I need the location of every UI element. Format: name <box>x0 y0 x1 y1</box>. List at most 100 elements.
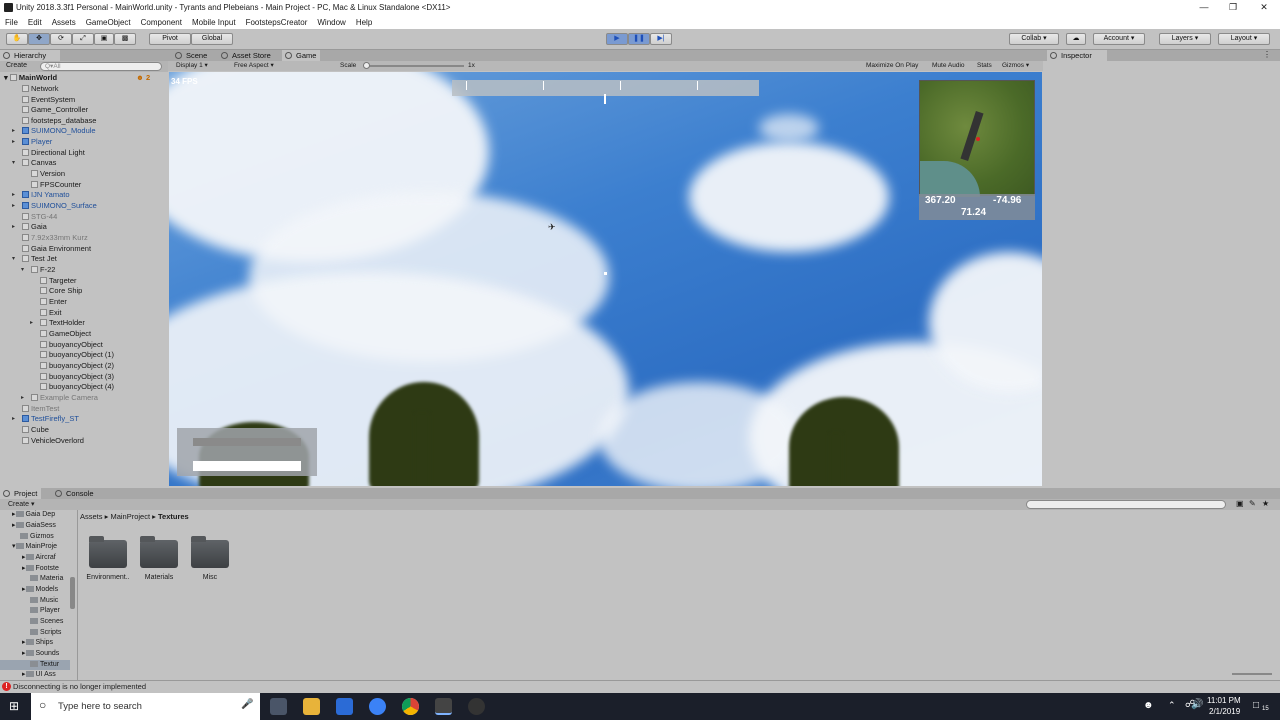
tree-item-selected[interactable]: Textur <box>0 660 70 670</box>
unity-taskbar-icon[interactable] <box>435 698 452 715</box>
list-item[interactable]: buoyancyObject (3) <box>40 372 114 382</box>
project-create-button[interactable]: Create ▾ <box>8 500 34 508</box>
transform-tool-icon[interactable]: ▩ <box>114 33 136 45</box>
breadcrumb-mainproject[interactable]: MainProject <box>110 512 150 521</box>
list-item[interactable]: ▾ Canvas <box>12 158 56 168</box>
panel-menu-icon[interactable]: ⋮ <box>1263 50 1271 59</box>
minimize-button[interactable]: — <box>1188 0 1220 15</box>
pivot-toggle[interactable]: Pivot <box>149 33 191 45</box>
people-icon[interactable]: ☻ <box>1143 700 1154 711</box>
gizmos-dropdown[interactable]: Gizmos ▾ <box>1002 61 1029 71</box>
list-item[interactable]: ▸ TextHolder <box>30 318 85 328</box>
layers-dropdown[interactable]: Layers ▾ <box>1159 33 1211 45</box>
tab-console[interactable]: Console <box>52 488 98 499</box>
status-message[interactable]: Disconnecting is no longer implemented <box>13 682 146 691</box>
list-item[interactable]: Exit <box>40 308 62 318</box>
close-button[interactable]: ✕ <box>1248 0 1280 15</box>
list-item[interactable]: Version <box>31 169 65 179</box>
breadcrumb-textures[interactable]: Textures <box>158 512 189 521</box>
list-item[interactable]: ▸ SUIMONO_Surface <box>12 201 97 211</box>
clock-time[interactable]: 11:01 PM <box>1207 696 1241 705</box>
tree-item[interactable]: Music <box>30 596 58 606</box>
list-item[interactable]: Core Ship <box>40 286 82 296</box>
unity-hub-icon[interactable] <box>468 698 485 715</box>
menu-assets[interactable]: Assets <box>52 18 76 27</box>
chrome-icon[interactable] <box>402 698 419 715</box>
tree-item[interactable]: ▾ MainProje <box>12 542 57 552</box>
hand-tool-icon[interactable]: ✋ <box>6 33 28 45</box>
list-item[interactable]: ▸ TestFirefly_ST <box>12 414 79 424</box>
tab-inspector[interactable]: Inspector <box>1047 50 1107 61</box>
rect-tool-icon[interactable]: ▣ <box>94 33 114 45</box>
tray-expand-icon[interactable]: ⌃ <box>1168 700 1176 711</box>
project-search-input[interactable] <box>1026 500 1226 509</box>
list-item[interactable]: ▸ SUIMONO_Module <box>12 126 96 136</box>
list-item[interactable]: EventSystem <box>22 95 75 105</box>
tree-item[interactable]: ▸ Sounds <box>22 649 59 659</box>
scale-slider-handle[interactable] <box>363 62 370 69</box>
list-item[interactable]: GameObject <box>40 329 91 339</box>
maximize-button[interactable]: ❐ <box>1217 0 1249 15</box>
microphone-icon[interactable]: 🎤 <box>241 699 253 710</box>
display-dropdown[interactable]: Display 1 ▾ <box>176 61 208 71</box>
play-button[interactable]: ▶ <box>606 33 628 45</box>
collab-dropdown[interactable]: Collab ▾ <box>1009 33 1059 45</box>
tree-item[interactable]: ▸ Ships <box>22 638 53 648</box>
folder-icon[interactable] <box>191 536 229 568</box>
tab-project[interactable]: Project <box>0 488 42 499</box>
step-button[interactable]: ▶| <box>650 33 672 45</box>
tree-item[interactable]: ▸ Gaia Dep <box>12 510 55 520</box>
list-item[interactable]: ▸ Example Camera <box>21 393 98 403</box>
menu-window[interactable]: Window <box>317 18 345 27</box>
store-icon[interactable] <box>336 698 353 715</box>
volume-icon[interactable]: 🔊 <box>1191 699 1203 710</box>
tree-item[interactable]: Player <box>30 606 60 616</box>
tree-item[interactable]: ▸ UI Ass <box>22 670 56 680</box>
hierarchy-search-input[interactable]: Q▾All <box>40 62 162 71</box>
list-item[interactable]: Enter <box>40 297 67 307</box>
scene-root[interactable]: ▾ MainWorld ☻ 2 <box>4 73 164 83</box>
tab-hierarchy[interactable]: Hierarchy <box>0 50 60 61</box>
list-item[interactable]: Gaia Environment <box>22 244 91 254</box>
scale-slider[interactable] <box>364 65 464 67</box>
list-item[interactable]: 7.92x33mm Kurz <box>22 233 88 243</box>
tab-game[interactable]: Game <box>282 50 321 61</box>
rotate-tool-icon[interactable]: ⟳ <box>50 33 72 45</box>
move-tool-icon[interactable]: ✥ <box>28 33 50 45</box>
account-dropdown[interactable]: Account ▾ <box>1093 33 1145 45</box>
list-item[interactable]: Directional Light <box>22 148 85 158</box>
windows-start-icon[interactable]: ⊞ <box>9 700 22 713</box>
scale-tool-icon[interactable]: ⤢ <box>72 33 94 45</box>
folder-icon[interactable] <box>140 536 178 568</box>
app-icon[interactable] <box>369 698 386 715</box>
menu-mobile-input[interactable]: Mobile Input <box>192 18 236 27</box>
hierarchy-create-button[interactable]: Create <box>6 62 27 69</box>
list-item[interactable]: buoyancyObject <box>40 340 103 350</box>
list-item[interactable]: FPSCounter <box>31 180 81 190</box>
menu-file[interactable]: File <box>5 18 18 27</box>
list-item[interactable]: STG-44 <box>22 212 57 222</box>
aspect-dropdown[interactable]: Free Aspect ▾ <box>234 61 274 71</box>
menu-component[interactable]: Component <box>141 18 182 27</box>
filter-by-type-icon[interactable]: ▣ <box>1236 499 1244 508</box>
list-item[interactable]: ▸ Gaia <box>12 222 47 232</box>
list-item[interactable]: Targeter <box>40 276 77 286</box>
list-item[interactable]: footsteps_database <box>22 116 96 126</box>
tree-item[interactable]: Gizmos <box>20 532 54 542</box>
filter-by-label-icon[interactable]: ✎ <box>1249 499 1256 508</box>
tree-scrollbar[interactable] <box>70 577 75 609</box>
notifications-icon[interactable]: □ <box>1253 700 1259 711</box>
list-item[interactable]: ▸ IJN Yamato <box>12 190 70 200</box>
menu-edit[interactable]: Edit <box>28 18 42 27</box>
tree-item[interactable]: Materia <box>30 574 63 584</box>
list-item[interactable]: ItemTest <box>22 404 59 414</box>
tab-asset-store[interactable]: Asset Store <box>218 50 275 61</box>
list-item[interactable]: Cube <box>22 425 49 435</box>
list-item[interactable]: Network <box>22 84 59 94</box>
tree-item[interactable]: Scenes <box>30 617 63 627</box>
global-toggle[interactable]: Global <box>191 33 233 45</box>
menu-footsteps-creator[interactable]: FootstepsCreator <box>246 18 308 27</box>
file-explorer-icon[interactable] <box>303 698 320 715</box>
folder-icon[interactable] <box>89 536 127 568</box>
menu-help[interactable]: Help <box>356 18 372 27</box>
